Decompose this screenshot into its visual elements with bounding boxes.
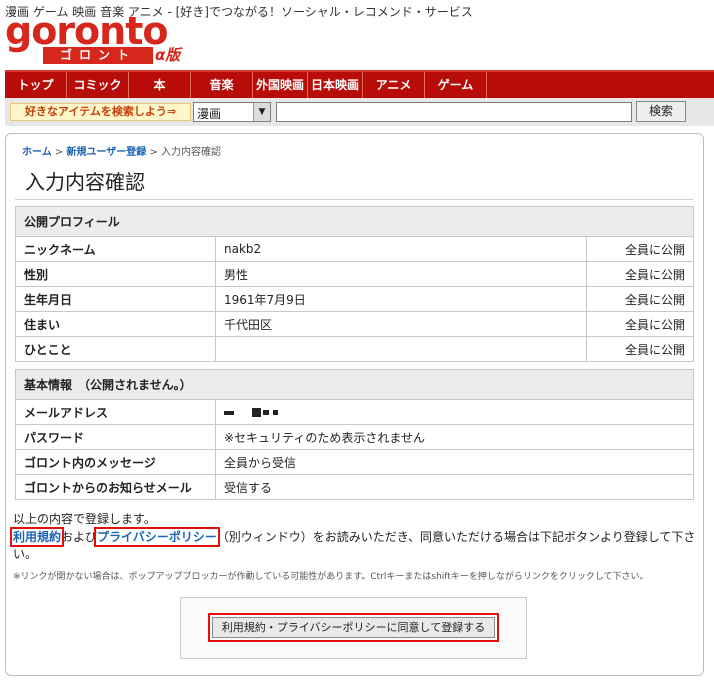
title-divider	[15, 199, 693, 200]
row-label: 住まい	[15, 311, 216, 337]
logo-wordmark: goronto	[5, 9, 168, 53]
search-category-select[interactable]: 漫画 ▼	[193, 102, 271, 122]
nav-books[interactable]: 本	[129, 72, 191, 98]
nav-top[interactable]: トップ	[5, 72, 67, 98]
redaction-mark	[263, 410, 269, 415]
nav-foreign-movies[interactable]: 外国映画	[253, 72, 308, 98]
logo-subtitle: ゴロント	[43, 47, 153, 64]
row-value: 1961年7月9日	[215, 286, 587, 312]
confirm-notice: 以上の内容で登録します。	[13, 512, 156, 526]
row-visibility: 全員に公開	[586, 261, 694, 287]
row-value: nakb2	[215, 236, 587, 262]
search-bar: 好きなアイテムを検索しよう⇒ 漫画 ▼ 検索	[5, 98, 714, 126]
row-value: 千代田区	[215, 311, 587, 337]
redaction-mark	[252, 408, 261, 417]
table-row: パスワード ※セキュリティのため表示されません	[15, 424, 694, 450]
table-row: 性別 男性 全員に公開	[15, 261, 694, 287]
table-row: メールアドレス	[15, 399, 694, 425]
redaction-mark	[224, 410, 234, 415]
row-label: メールアドレス	[15, 399, 216, 425]
table-row: 住まい 千代田区 全員に公開	[15, 311, 694, 337]
popup-blocker-note: ※リンクが開かない場合は、ポップアップブロッカーが作動している可能性があります。…	[13, 572, 649, 582]
row-label: ひとこと	[15, 336, 216, 362]
breadcrumb: ホーム > 新規ユーザー登録 > 入力内容確認	[22, 143, 221, 158]
public-profile-table: 公開プロフィール ニックネーム nakb2 全員に公開 性別 男性 全員に公開 …	[15, 206, 694, 362]
row-label: 生年月日	[15, 286, 216, 312]
nav-games[interactable]: ゲーム	[425, 72, 487, 98]
search-input[interactable]	[276, 102, 632, 122]
terms-agreement-text: 利用規約およびプライバシーポリシー（別ウィンドウ）をお読みいただき、同意いただけ…	[9, 527, 697, 563]
breadcrumb-separator-icon: >	[54, 147, 67, 158]
nav-japanese-movies[interactable]: 日本映画	[308, 72, 363, 98]
nav-anime[interactable]: アニメ	[363, 72, 425, 98]
email-redacted-value	[215, 399, 694, 425]
row-label: パスワード	[15, 424, 216, 450]
breadcrumb-home[interactable]: ホーム	[22, 147, 52, 158]
row-value: 受信する	[215, 474, 694, 500]
public-profile-header: 公開プロフィール	[15, 206, 694, 237]
page-title: 入力内容確認	[25, 170, 145, 194]
row-value: ※セキュリティのため表示されません	[215, 424, 694, 450]
search-prompt-label: 好きなアイテムを検索しよう⇒	[10, 103, 191, 121]
row-visibility: 全員に公開	[586, 336, 694, 362]
row-visibility: 全員に公開	[586, 286, 694, 312]
search-category-value: 漫画	[197, 107, 222, 121]
nav-comic[interactable]: コミック	[67, 72, 129, 98]
row-value	[215, 336, 587, 362]
basic-info-table: 基本情報 （公開されません。） メールアドレス パスワード ※セキュリティのため…	[15, 369, 694, 500]
agree-and-register-button[interactable]: 利用規約・プライバシーポリシーに同意して登録する	[208, 613, 499, 642]
row-visibility: 全員に公開	[586, 311, 694, 337]
row-value: 全員から受信	[215, 449, 694, 475]
row-value: 男性	[215, 261, 587, 287]
table-row: 生年月日 1961年7月9日 全員に公開	[15, 286, 694, 312]
breadcrumb-current: 入力内容確認	[161, 147, 222, 158]
basic-info-header: 基本情報 （公開されません。）	[15, 369, 694, 400]
row-label: 性別	[15, 261, 216, 287]
privacy-policy-link[interactable]: プライバシーポリシー	[94, 527, 220, 547]
table-row: ニックネーム nakb2 全員に公開	[15, 236, 694, 262]
nav-music[interactable]: 音楽	[191, 72, 253, 98]
search-button[interactable]: 検索	[636, 101, 686, 122]
table-row: ゴロント内のメッセージ 全員から受信	[15, 449, 694, 475]
chevron-down-icon[interactable]: ▼	[253, 103, 270, 121]
goronto-logo[interactable]: goronto ゴロント α版	[5, 12, 190, 66]
logo-alpha-badge: α版	[155, 46, 181, 64]
row-label: ニックネーム	[15, 236, 216, 262]
breadcrumb-separator-icon: >	[149, 147, 158, 158]
main-nav: トップ コミック 本 音楽 外国映画 日本映画 アニメ ゲーム	[5, 70, 714, 98]
terms-conjunction: および	[61, 530, 98, 544]
table-row: ひとこと 全員に公開	[15, 336, 694, 362]
row-label: ゴロントからのお知らせメール	[15, 474, 216, 500]
table-row: ゴロントからのお知らせメール 受信する	[15, 474, 694, 500]
row-visibility: 全員に公開	[586, 236, 694, 262]
redaction-mark	[273, 410, 278, 415]
breadcrumb-register[interactable]: 新規ユーザー登録	[66, 147, 146, 158]
terms-of-use-link[interactable]: 利用規約	[9, 527, 65, 547]
row-label: ゴロント内のメッセージ	[15, 449, 216, 475]
